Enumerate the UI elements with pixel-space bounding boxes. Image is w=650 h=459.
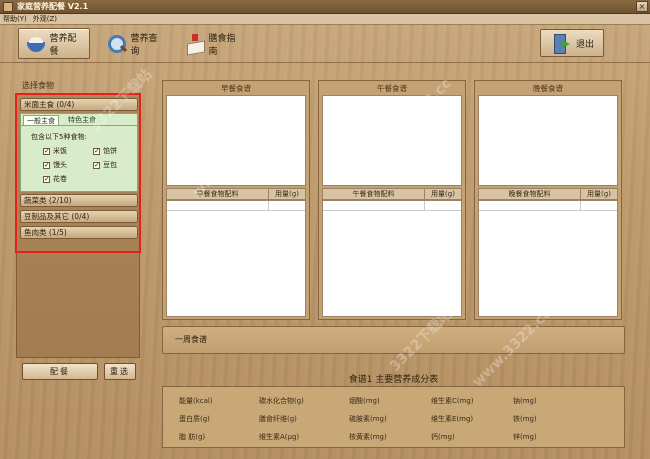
category-fish-meat-header[interactable]: 鱼肉类 (1/5): [20, 226, 138, 239]
nutrition-plan-label: 营养配餐: [49, 33, 77, 57]
nutrient-niacin: 烟酸(mg): [349, 397, 380, 405]
dinner-ingredients-header: 晚餐食物配料 用量(g): [478, 188, 618, 200]
nutrient-fat: 脂 肪(g): [179, 433, 206, 441]
checkbox-steamed-bun-box[interactable]: ✓: [43, 161, 50, 169]
checkbox-flower-roll-label: 花卷: [53, 175, 67, 183]
menu-appearance[interactable]: 外观(Z): [33, 14, 57, 24]
tab-general-staple[interactable]: 一般主食: [23, 115, 59, 125]
nutrient-vitamin-e: 维生素E(mg): [431, 415, 474, 423]
menu-bar: 帮助(Y) 外观(Z): [0, 14, 650, 25]
dinner-ingredient-col: 晚餐食物配料: [479, 189, 581, 199]
exit-door-icon: [550, 32, 572, 54]
dinner-recipe-box[interactable]: [478, 95, 618, 186]
nutrient-sodium: 钠(mg): [513, 397, 537, 405]
breakfast-panel: 早餐食谱 早餐食物配料 用量(g): [162, 80, 310, 320]
checkbox-bean-bun[interactable]: ✓ 豆包: [93, 160, 117, 170]
breakfast-ingredient-col: 早餐食物配料: [167, 189, 269, 199]
lunch-panel: 午餐食谱 午餐食物配料 用量(g): [318, 80, 466, 320]
lunch-ingredients-list[interactable]: [322, 200, 462, 317]
nutrient-thiamine: 硫胺素(mg): [349, 415, 387, 423]
exit-button[interactable]: 退出: [540, 29, 604, 57]
nutrient-energy: 能量(kcal): [179, 397, 213, 405]
category-bean-product-header[interactable]: 豆制品及其它 (0/4): [20, 210, 138, 223]
nutrient-protein: 蛋白质(g): [179, 415, 210, 423]
table-row[interactable]: [167, 201, 305, 211]
dinner-ingredients-list[interactable]: [478, 200, 618, 317]
breakfast-ingredients-header: 早餐食物配料 用量(g): [166, 188, 306, 200]
lunch-ingredient-col: 午餐食物配料: [323, 189, 425, 199]
checkbox-steamed-bun[interactable]: ✓ 馒头: [43, 160, 67, 170]
nutrition-table: 能量(kcal) 碳水化合物(g) 烟酸(mg) 维生素C(mg) 钠(mg) …: [162, 386, 625, 448]
lunch-ingredients-header: 午餐食物配料 用量(g): [322, 188, 462, 200]
toolbar: 营养配餐 营养查询 膳食指南 退出: [0, 25, 650, 63]
reset-selection-button[interactable]: 重选: [104, 363, 136, 380]
category-vegetable-header[interactable]: 蔬菜类 (2/10): [20, 194, 138, 207]
lunch-title: 午餐食谱: [377, 84, 407, 93]
window-title: 家庭营养配餐 V2.1: [17, 2, 89, 11]
tab-divider: [21, 125, 137, 126]
nutrition-query-label: 营养查询: [130, 33, 158, 57]
nutrition-plan-button[interactable]: 营养配餐: [18, 28, 90, 59]
breakfast-ingredients-list[interactable]: [166, 200, 306, 317]
checkbox-pie[interactable]: ✓ 馅饼: [93, 146, 117, 156]
nutrient-vitamin-a: 维生素A(μg): [259, 433, 300, 441]
bowl-icon: [25, 33, 46, 55]
checkbox-flower-roll[interactable]: ✓ 花卷: [43, 174, 67, 184]
checkbox-pie-box[interactable]: ✓: [93, 147, 100, 155]
dinner-panel: 晚餐食谱 晚餐食物配料 用量(g): [474, 80, 622, 320]
close-icon[interactable]: ×: [636, 1, 648, 12]
checkbox-bean-bun-label: 豆包: [103, 161, 117, 169]
nutrient-calcium: 钙(mg): [431, 433, 455, 441]
table-row[interactable]: [323, 201, 461, 211]
nutrition-query-button[interactable]: 营养查询: [100, 28, 170, 59]
book-icon: [184, 33, 204, 55]
checkbox-pie-label: 馅饼: [103, 147, 117, 155]
checkbox-bean-bun-box[interactable]: ✓: [93, 161, 100, 169]
nutrient-iron: 铁(mg): [513, 415, 537, 423]
nutrient-vitamin-c: 维生素C(mg): [431, 397, 474, 405]
tab-special-staple[interactable]: 特色主食: [65, 115, 99, 125]
category-grain-header[interactable]: 米面主食 (0/4): [20, 98, 138, 111]
nutrient-riboflavin: 核黄素(mg): [349, 433, 387, 441]
include-foods-label: 包含以下5种食物:: [31, 133, 87, 141]
breakfast-title: 早餐食谱: [221, 84, 251, 93]
nutrition-table-title: 食谱1 主要营养成分表: [348, 375, 439, 385]
checkbox-rice-label: 米饭: [53, 147, 67, 155]
title-bar: 家庭营养配餐 V2.1 ×: [0, 0, 650, 14]
select-food-label: 选择食物: [22, 81, 54, 90]
nutrient-fiber: 膳食纤维(g): [259, 415, 297, 423]
magnifier-icon: [106, 33, 127, 55]
diet-guide-button[interactable]: 膳食指南: [178, 28, 248, 59]
lunch-recipe-box[interactable]: [322, 95, 462, 186]
breakfast-amount-col: 用量(g): [275, 190, 299, 198]
dinner-title: 晚餐食谱: [533, 84, 563, 93]
checkbox-steamed-bun-label: 馒头: [53, 161, 67, 169]
diet-guide-label: 膳食指南: [208, 33, 236, 57]
food-category-panel: 米面主食 (0/4) 一般主食 特色主食 包含以下5种食物: ✓ 米饭 ✓ 馅饼…: [16, 93, 140, 358]
checkbox-rice-box[interactable]: ✓: [43, 147, 50, 155]
checkbox-rice[interactable]: ✓ 米饭: [43, 146, 67, 156]
menu-help[interactable]: 帮助(Y): [3, 14, 27, 24]
table-row[interactable]: [479, 201, 617, 211]
nutrient-zinc: 锌(mg): [513, 433, 537, 441]
breakfast-recipe-box[interactable]: [166, 95, 306, 186]
checkbox-flower-roll-box[interactable]: ✓: [43, 175, 50, 183]
app-icon: [3, 1, 13, 12]
nutrient-carbohydrate: 碳水化合物(g): [259, 397, 304, 405]
plan-meal-button[interactable]: 配餐: [22, 363, 98, 380]
weekly-menu-bar[interactable]: 一周食谱: [162, 326, 625, 354]
lunch-amount-col: 用量(g): [431, 190, 455, 198]
exit-label: 退出: [575, 39, 594, 50]
grain-category-body: 一般主食 特色主食 包含以下5种食物: ✓ 米饭 ✓ 馅饼 ✓ 馒头 ✓ 豆包 …: [20, 113, 138, 192]
dinner-amount-col: 用量(g): [587, 190, 611, 198]
